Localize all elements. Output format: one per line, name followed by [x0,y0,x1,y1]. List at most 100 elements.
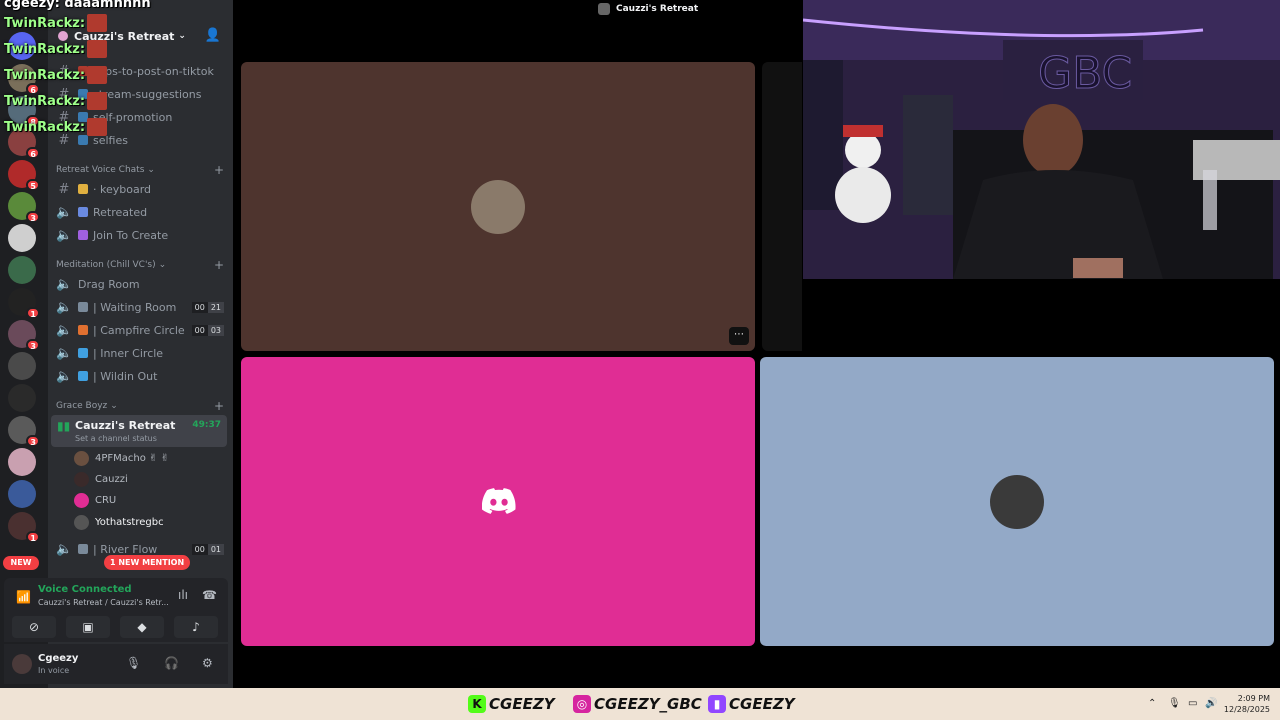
server-icon[interactable] [8,256,36,284]
soundboard-button[interactable]: ♪ [174,616,218,638]
active-voice-channel[interactable]: ▮▮ Cauzzi's Retreat Set a channel status… [51,415,227,447]
channel-emoji-icon [78,184,88,194]
unread-badge: 3 [26,211,40,223]
server-icon [598,3,610,15]
server-icon[interactable] [8,224,36,252]
headphones-icon[interactable]: 🎧 [164,656,179,670]
server-icon[interactable]: 3 [8,192,40,223]
server-icon[interactable] [8,384,36,412]
social-handle: CGEEZY_GBC [594,695,702,713]
voice-channel[interactable]: 🔈 | Campfire Circle 00 03 [56,320,228,340]
new-mention-pill[interactable]: 1 NEW MENTION [104,555,191,570]
emote-icon [87,66,108,84]
voice-channel[interactable]: 🔈 | Waiting Room 00 21 [56,297,228,317]
server-icon[interactable] [8,448,36,476]
server-icon[interactable] [8,352,36,380]
screen-share-button[interactable]: ▣ [66,616,110,638]
member-name: 4PFMacho ✌ ✌ [95,452,169,464]
category-grace-boyz[interactable]: Grace Boyz ⌄ + [56,398,228,414]
user-limit-badge: 00 01 [191,543,224,555]
disconnect-icon[interactable]: ☎ [202,588,217,602]
camera-toggle-button[interactable]: ⊘ [12,616,56,638]
chevron-down-icon: ⌄ [158,260,167,270]
voice-member[interactable]: CRU [74,491,116,509]
chat-header-text: cgeezy: daaamnnnn [4,0,151,11]
system-clock[interactable]: 2:09 PM 12/28/2025 [1224,693,1270,715]
channel-name: | Inner Circle [93,346,164,360]
server-icon[interactable]: 3 [8,416,40,447]
channel-name: | Campfire Circle [93,323,185,337]
channel-emoji-icon [78,325,88,335]
voice-status-title[interactable]: Voice Connected [38,584,132,595]
voice-channel[interactable]: 🔈 Drag Room [56,274,228,294]
video-tile[interactable]: ⋯ [241,62,755,351]
tray-chevron-icon[interactable]: ⌃ [1148,698,1156,709]
category-label: Retreat Voice Chats [56,165,145,175]
server-icon[interactable]: 3 [8,320,40,351]
server-icon[interactable] [8,480,36,508]
user-limit-badge: 00 03 [191,324,224,336]
server-icon[interactable]: 1 [8,512,40,543]
server-icon[interactable]: 5 [8,160,40,191]
volume-icon[interactable]: 🔊 [1205,698,1217,709]
member-name: Yothatstregbc [95,516,164,528]
server-icon[interactable]: 1 [8,288,40,319]
chat-username: TwinRackz: [4,93,86,109]
video-tile[interactable] [241,357,755,646]
voice-channel[interactable]: 🔈 | Wildin Out [56,366,228,386]
voice-member[interactable]: Cauzzi [74,470,128,488]
unread-badge: 1 [26,307,40,319]
video-tile[interactable] [762,62,802,351]
taskbar: K CGEEZY ◎ CGEEZY_GBC ▮ CGEEZY ⌃ 🎙 ▭ 🔊 2:09… [0,688,1280,720]
username[interactable]: Cgeezy [38,653,78,664]
hashtag-icon: # [58,181,70,197]
channel-name: Join To Create [93,228,169,242]
unread-badge: 1 [26,531,40,543]
new-servers-pill[interactable]: NEW [3,556,39,570]
kick-icon: K [468,695,486,713]
add-channel-icon[interactable]: + [214,258,224,272]
channel-status[interactable]: Set a channel status [75,434,157,443]
speaker-icon: 🔈 [56,322,73,338]
noise-suppression-icon[interactable]: ılı [178,588,188,602]
video-tile[interactable] [760,357,1274,646]
more-options-button[interactable]: ⋯ [729,327,749,345]
category-meditation[interactable]: Meditation (Chill VC's) ⌄ + [56,257,228,273]
chat-message: TwinRackz: [4,14,108,32]
microphone-icon[interactable]: 🎙 [126,656,141,670]
add-channel-icon[interactable]: + [214,163,224,177]
member-name: Cauzzi [95,473,128,485]
activities-button[interactable]: ◆ [120,616,164,638]
text-channel[interactable]: # · keyboard [56,179,228,199]
chat-message: TwinRackz: [4,40,108,58]
avatar [74,492,89,508]
channel-name: Drag Room [78,277,140,291]
title-bar: Cauzzi's Retreat [233,0,803,20]
add-channel-icon[interactable]: + [214,399,224,413]
voice-member[interactable]: 4PFMacho ✌ ✌ [74,449,169,467]
voice-member[interactable]: Yothatstregbc [74,513,164,531]
unread-badge: 3 [26,339,40,351]
microphone-icon[interactable]: 🎙 [1168,698,1181,709]
chevron-down-icon: ⌄ [110,401,118,411]
webcam-scene: GBC [803,0,1280,279]
chat-username: TwinRackz: [4,15,86,31]
chevron-down-icon: ⌄ [147,165,155,175]
invite-people-icon[interactable]: 👤 [205,28,221,43]
clock-time: 2:09 PM [1237,694,1270,703]
network-icon[interactable]: ▭ [1188,698,1197,709]
voice-channel[interactable]: 🔈 | Inner Circle [56,343,228,363]
call-timer: 49:37 [192,420,221,430]
gear-icon[interactable]: ⚙ [202,656,213,670]
voice-channel[interactable]: 🔈 Retreated [56,202,228,222]
voice-channel[interactable]: 🔈 Join To Create [56,225,228,245]
unread-badge: 5 [26,179,40,191]
category-retreat-voice[interactable]: Retreat Voice Chats ⌄ + [56,162,228,178]
clock-date: 12/28/2025 [1223,705,1270,714]
chat-username: TwinRackz: [4,67,86,83]
emote-icon [87,92,108,110]
avatar[interactable] [12,654,32,674]
unread-badge: 6 [26,147,40,159]
channel-emoji-icon [78,371,88,381]
signal-icon[interactable]: 📶 [16,590,31,604]
